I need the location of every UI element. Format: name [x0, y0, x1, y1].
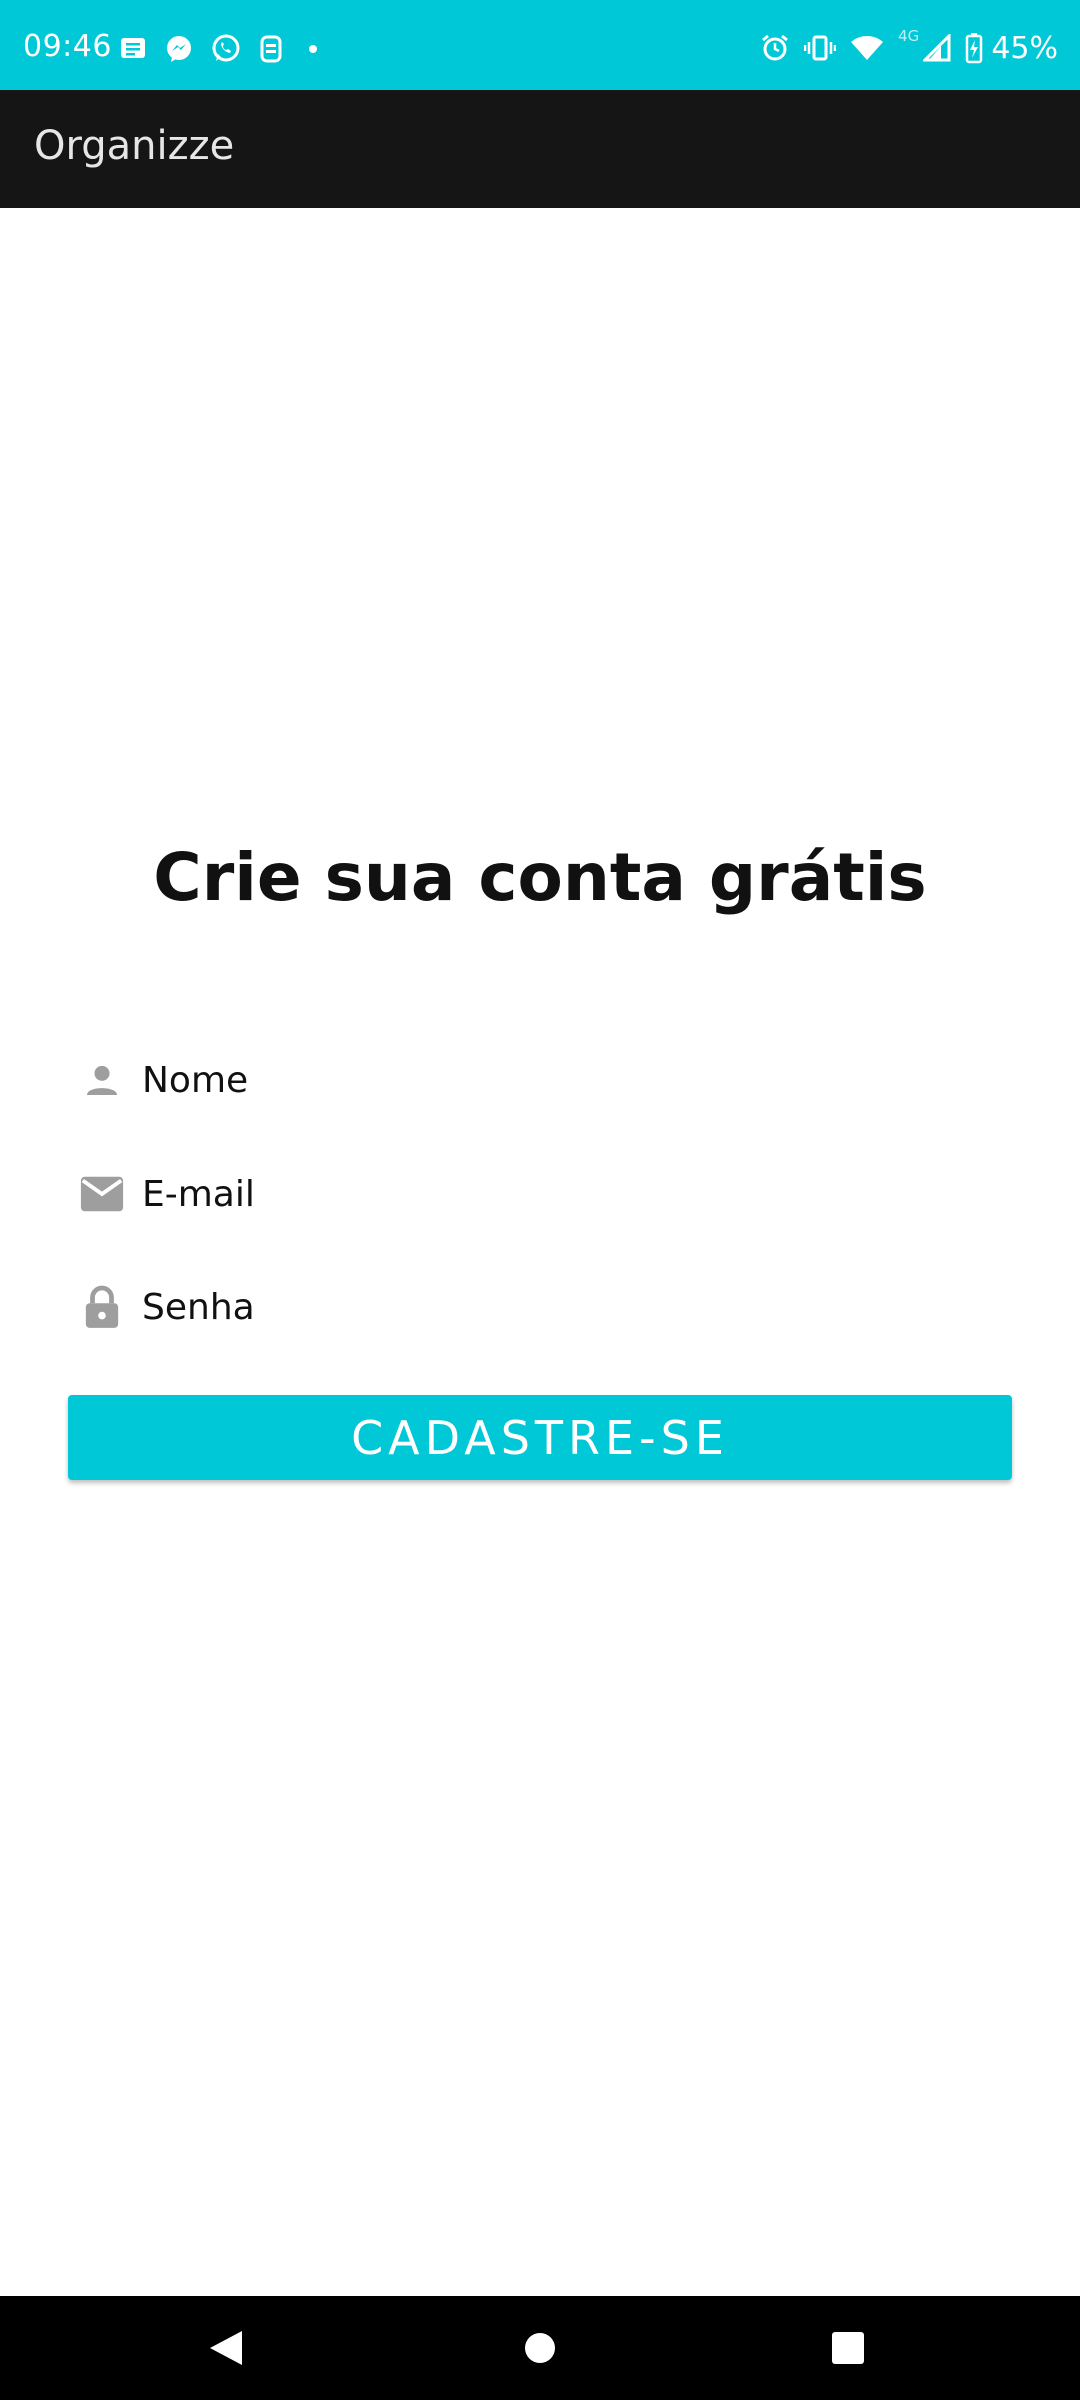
lock-icon — [66, 1277, 138, 1337]
app-icon — [258, 34, 284, 64]
form-title: Crie sua conta grátis — [153, 839, 927, 916]
battery-percent: 45% — [991, 30, 1058, 66]
email-field — [66, 1154, 1014, 1234]
system-icons: 4G 45% — [760, 27, 1058, 66]
whatsapp-icon — [210, 33, 242, 65]
signal-icon — [923, 34, 951, 62]
notification-icons — [118, 33, 326, 65]
wifi-icon — [850, 34, 884, 62]
network-type-label: 4G — [898, 27, 920, 45]
app-title: Organizze — [34, 123, 235, 169]
status-time: 09:46 — [23, 29, 112, 64]
alarm-icon — [760, 33, 790, 63]
name-input[interactable] — [142, 1050, 982, 1110]
signup-form: Crie sua conta grátis CADASTRE-SE — [0, 208, 1080, 2296]
password-field — [66, 1267, 1014, 1347]
name-field — [66, 1040, 1014, 1120]
battery-charging-icon — [965, 32, 983, 64]
password-input[interactable] — [142, 1277, 982, 1337]
navigation-bar — [0, 2296, 1080, 2400]
vibrate-icon — [804, 33, 837, 63]
status-bar: 09:46 4G 45% — [0, 0, 1080, 90]
signup-button[interactable]: CADASTRE-SE — [68, 1395, 1012, 1480]
email-input[interactable] — [142, 1164, 982, 1224]
recents-icon[interactable] — [822, 2322, 874, 2374]
messenger-icon — [164, 34, 194, 64]
email-icon — [66, 1164, 138, 1224]
more-dot-icon — [300, 34, 326, 64]
home-icon[interactable] — [514, 2322, 566, 2374]
person-icon — [66, 1050, 138, 1110]
app-bar: Organizze — [0, 90, 1080, 208]
back-icon[interactable] — [200, 2322, 252, 2374]
message-icon — [118, 35, 148, 63]
